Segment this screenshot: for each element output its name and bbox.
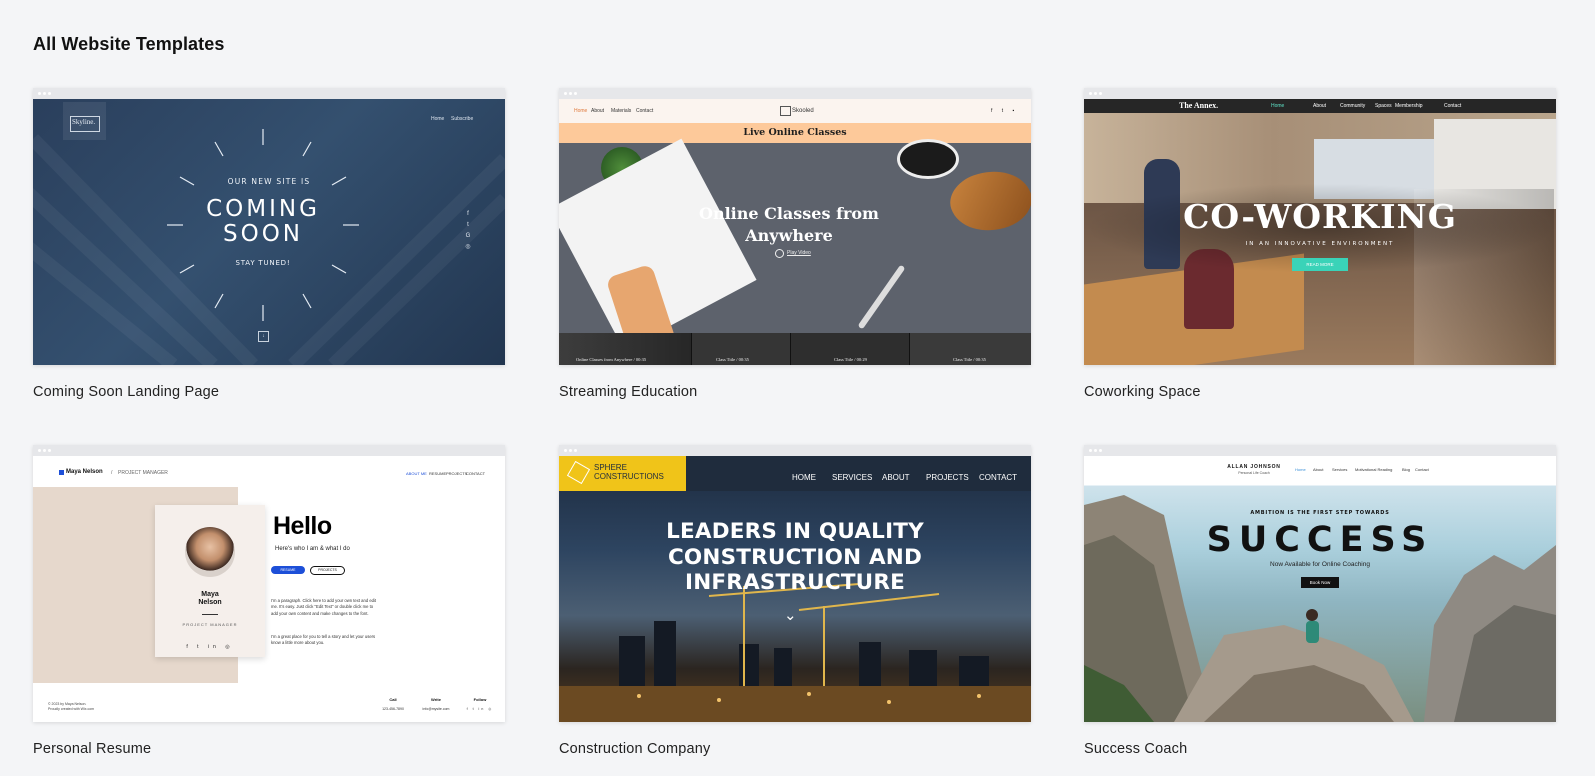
logo-box: Skyline. — [63, 102, 106, 140]
template-title[interactable]: Streaming Education — [559, 384, 697, 400]
croissant-decoration — [943, 159, 1031, 243]
social-icons: f t G ◎ — [465, 211, 471, 250]
footer-social-icons: f t in ◎ — [466, 707, 494, 711]
preview-tagline: STAY TUNED! — [235, 259, 291, 267]
template-title[interactable]: Success Coach — [1084, 741, 1187, 757]
browser-chrome — [1084, 88, 1556, 99]
preview-header: Home About Materials Contact Skooled f t… — [559, 99, 1031, 123]
browser-chrome — [559, 445, 1031, 456]
template-title[interactable]: Personal Resume — [33, 741, 151, 757]
preview-hello: Hello — [273, 512, 332, 540]
preview-nav-subscribe: Subscribe — [451, 116, 474, 122]
preview-nav-home: Home — [431, 116, 445, 122]
preview-screen: The Annex. Home About Community Spaces M… — [1084, 99, 1556, 365]
template-thumbnail[interactable]: Home About Materials Contact Skooled f t… — [559, 88, 1031, 365]
card-role: PROJECT MANAGER — [182, 622, 238, 627]
preview-kicker: AMBITION IS THE FIRST STEP TOWARDS — [1250, 510, 1390, 516]
preview-banner: Live Online Classes — [559, 123, 1031, 143]
browser-chrome — [33, 445, 505, 456]
template-thumbnail[interactable]: SPHERE CONSTRUCTIONS HOME SERVICES ABOUT… — [559, 445, 1031, 722]
card-name: Maya Nelson — [198, 591, 222, 606]
resume-button: RESUME — [271, 566, 305, 574]
preview-screen: ALLAN JOHNSON Personal Life Coach Home A… — [1084, 456, 1556, 722]
social-icons: f t in ◎ — [186, 644, 234, 650]
preview-logo: Skyline. — [72, 118, 96, 126]
brand-square — [59, 470, 64, 475]
preview-subline: IN AN INNOVATIVE ENVIRONMENT — [1245, 241, 1395, 247]
video-strip: Online Classes from Anywhere / 00:35 Cla… — [559, 333, 1031, 365]
profile-card: Maya Nelson PROJECT MANAGER f t in ◎ — [155, 505, 265, 657]
preview-name: Maya Nelson — [66, 469, 103, 475]
preview-screen: Maya Nelson / PROJECT MANAGER ABOUT ME R… — [33, 456, 505, 722]
read-more-button: READ MORE — [1292, 258, 1348, 271]
preview-header: The Annex. Home About Community Spaces M… — [1084, 99, 1556, 113]
chevron-down-icon: ⌄ — [784, 607, 797, 624]
book-now-button: Book Now — [1301, 577, 1339, 588]
template-title[interactable]: Coming Soon Landing Page — [33, 384, 219, 400]
preview-headline: LEADERS IN QUALITY CONSTRUCTION AND INFR… — [666, 519, 924, 595]
template-thumbnail[interactable]: ALLAN JOHNSON Personal Life Coach Home A… — [1084, 445, 1556, 722]
preview-headline: SUCCESS — [1206, 520, 1434, 560]
preview-headline: COMING SOON — [206, 196, 320, 247]
avatar — [185, 527, 235, 577]
preview-headline: Online Classes from Anywhere — [699, 204, 879, 245]
preview-intro: Here's who I am & what I do — [275, 546, 350, 552]
preview-header: ALLAN JOHNSON Personal Life Coach Home A… — [1084, 456, 1556, 485]
school-icon — [780, 106, 791, 116]
hexagon-logo-icon — [566, 460, 591, 485]
page-title: All Website Templates — [33, 34, 225, 54]
preview-logo-box: SPHERE CONSTRUCTIONS — [559, 456, 686, 491]
preview-screen: SPHERE CONSTRUCTIONS HOME SERVICES ABOUT… — [559, 456, 1031, 722]
template-title[interactable]: Construction Company — [559, 741, 711, 757]
preview-kicker: OUR NEW SITE IS — [227, 177, 311, 186]
preview-headline: CO-WORKING — [1183, 197, 1457, 236]
scroll-down-icon: ↓ — [258, 331, 269, 342]
preview-screen: Home About Materials Contact Skooled f t… — [559, 99, 1031, 365]
browser-chrome — [559, 88, 1031, 99]
preview-subline: Now Available for Online Coaching — [1270, 561, 1370, 568]
preview-footer-left: © 2023 by Maya Nelson. Proudly created w… — [48, 702, 95, 711]
browser-chrome — [1084, 445, 1556, 456]
browser-chrome — [33, 88, 505, 99]
preview-paragraph-2: I'm a great place for you to tell a stor… — [271, 634, 376, 646]
template-thumbnail[interactable]: The Annex. Home About Community Spaces M… — [1084, 88, 1556, 365]
projects-button: PROJECTS — [310, 566, 345, 575]
template-thumbnail[interactable]: Skyline. Home Subscribe OUR NEW SITE IS … — [33, 88, 505, 365]
social-icons: f t ▪ — [991, 108, 1019, 114]
template-thumbnail[interactable]: Maya Nelson / PROJECT MANAGER ABOUT ME R… — [33, 445, 505, 722]
preview-role: PROJECT MANAGER — [118, 470, 168, 476]
pen-decoration — [857, 264, 906, 330]
coffee-decoration — [897, 139, 959, 179]
preview-screen: Skyline. Home Subscribe OUR NEW SITE IS … — [33, 99, 505, 365]
template-title[interactable]: Coworking Space — [1084, 384, 1201, 400]
preview-paragraph-1: I'm a paragraph. Click here to add your … — [271, 598, 377, 616]
